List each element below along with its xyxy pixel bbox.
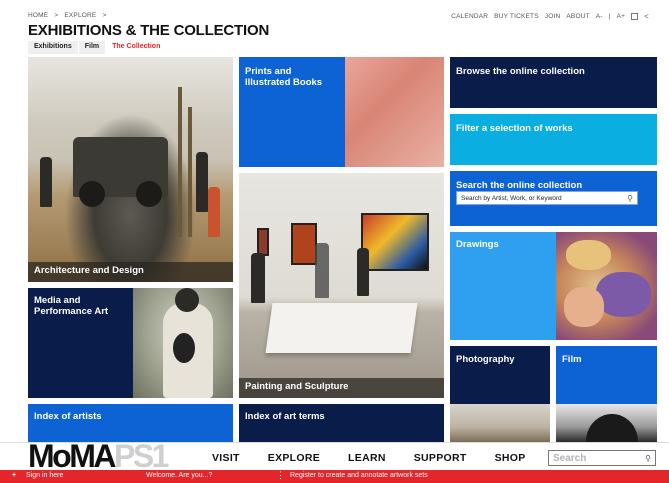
tab-exhibitions[interactable]: Exhibitions xyxy=(28,41,78,54)
tile-film[interactable]: Film xyxy=(556,346,657,404)
tab-film[interactable]: Film xyxy=(78,41,106,54)
performer-head xyxy=(175,288,199,312)
collection-search-input[interactable] xyxy=(457,194,628,202)
breadcrumb-separator: > xyxy=(102,12,107,19)
share-icon[interactable]: < xyxy=(644,12,649,21)
font-larger-button[interactable]: A+ xyxy=(617,13,626,20)
artwork xyxy=(361,213,429,271)
sculpture-pole xyxy=(178,87,182,237)
page-title: EXHIBITIONS & THE COLLECTION xyxy=(28,22,270,39)
welcome-text[interactable]: Welcome. Are you...? xyxy=(146,472,212,479)
nav-learn[interactable]: LEARN xyxy=(348,452,386,464)
account-bar: + Sign in here Welcome. Are you...? ⋮ Re… xyxy=(0,470,669,483)
performer-tattoo xyxy=(173,333,195,363)
tile-label: Filter a selection of works xyxy=(456,123,573,134)
nav-explore[interactable]: EXPLORE xyxy=(268,452,320,464)
tile-index-terms[interactable]: Index of art terms xyxy=(239,404,444,442)
artwork xyxy=(291,223,317,265)
plus-icon[interactable]: + xyxy=(12,472,16,479)
font-smaller-button[interactable]: A- xyxy=(596,13,603,20)
drawings-photo[interactable] xyxy=(556,232,657,340)
site-search-box: ⚲ xyxy=(548,450,656,466)
font-size-divider: | xyxy=(608,13,611,20)
film-portrait xyxy=(586,414,638,442)
tile-label: Index of art terms xyxy=(245,411,325,422)
jeep-wheel xyxy=(79,181,105,207)
tile-label: Media and Performance Art xyxy=(34,295,109,317)
breadcrumb: HOME > EXPLORE > xyxy=(28,12,110,19)
site-search-input[interactable] xyxy=(549,452,646,464)
logo-ps1: PS1 xyxy=(113,438,169,474)
prints-photo[interactable] xyxy=(345,57,444,167)
tile-label: Painting and Sculpture xyxy=(245,381,349,392)
buy-tickets-link[interactable]: BUY TICKETS xyxy=(494,13,539,20)
tile-label: Drawings xyxy=(456,239,499,250)
calendar-link[interactable]: CALENDAR xyxy=(451,13,488,20)
nav-visit[interactable]: VISIT xyxy=(212,452,240,464)
photography-photo[interactable] xyxy=(450,404,550,442)
jeep-wheel xyxy=(136,181,162,207)
tile-label: Film xyxy=(562,354,582,365)
section-tabs: Exhibitions Film The Collection xyxy=(28,41,167,54)
tile-label: Index of artists xyxy=(34,411,102,422)
separator-dots: ⋮ xyxy=(276,470,285,480)
film-photo[interactable] xyxy=(556,404,657,442)
search-icon[interactable]: ⚲ xyxy=(645,454,655,463)
tile-media-performance[interactable]: Media and Performance Art xyxy=(28,288,133,398)
tile-browse-collection[interactable]: Browse the online collection xyxy=(450,57,657,108)
about-link[interactable]: ABOUT xyxy=(566,13,589,20)
global-footer-nav: MoMAPS1 VISIT EXPLORE LEARN SUPPORT SHOP… xyxy=(0,438,669,474)
visitor-figure xyxy=(357,248,369,296)
tile-label: Photography xyxy=(456,354,515,365)
sculpture-pedestal xyxy=(265,303,418,353)
logo-moma: MoMA xyxy=(28,438,116,474)
search-icon[interactable]: ⚲ xyxy=(627,194,637,203)
sign-in-link[interactable]: Sign in here xyxy=(26,472,63,479)
artwork xyxy=(257,228,269,256)
tile-label: Browse the online collection xyxy=(456,66,585,77)
tile-search-collection: Search the online collection ⚲ xyxy=(450,171,657,226)
breadcrumb-explore[interactable]: EXPLORE xyxy=(64,12,96,19)
figure-arm xyxy=(564,287,604,327)
tile-label: Search the online collection xyxy=(456,180,583,191)
collection-search-box: ⚲ xyxy=(456,191,638,205)
register-link[interactable]: Register to create and annotate artwork … xyxy=(290,472,428,479)
visitor-figure xyxy=(315,243,329,298)
tile-drawings[interactable]: Drawings xyxy=(450,232,556,340)
tile-prints-books[interactable]: Prints and Illustrated Books xyxy=(239,57,345,167)
nav-support[interactable]: SUPPORT xyxy=(414,452,467,464)
breadcrumb-home[interactable]: HOME xyxy=(28,12,48,19)
print-icon[interactable] xyxy=(631,13,639,20)
main-nav: VISIT EXPLORE LEARN SUPPORT SHOP xyxy=(212,452,554,464)
visitor-figure xyxy=(208,187,220,237)
utility-nav: CALENDAR BUY TICKETS JOIN ABOUT A- | A+ … xyxy=(451,12,649,21)
tile-index-artists[interactable]: Index of artists xyxy=(28,404,233,442)
tile-label: Prints and Illustrated Books xyxy=(245,66,323,88)
visitor-figure xyxy=(251,253,265,303)
jeep-photo xyxy=(73,137,168,207)
figure-body xyxy=(596,272,651,317)
tile-painting-sculpture[interactable]: Painting and Sculpture xyxy=(239,173,444,398)
nav-shop[interactable]: SHOP xyxy=(495,452,526,464)
join-link[interactable]: JOIN xyxy=(545,13,561,20)
visitor-figure xyxy=(40,157,52,207)
tile-photography[interactable]: Photography xyxy=(450,346,550,404)
visitor-figure xyxy=(196,152,208,212)
tile-label: Architecture and Design xyxy=(34,265,144,276)
moma-ps1-logo[interactable]: MoMAPS1 xyxy=(28,438,169,474)
tile-architecture-design[interactable]: Architecture and Design xyxy=(28,57,233,282)
figure-hat xyxy=(566,240,611,270)
breadcrumb-separator: > xyxy=(54,12,59,19)
media-performance-photo[interactable] xyxy=(133,288,233,398)
tab-the-collection[interactable]: The Collection xyxy=(106,41,167,54)
sculpture-pole xyxy=(188,107,192,237)
tile-filter-works[interactable]: Filter a selection of works xyxy=(450,114,657,165)
